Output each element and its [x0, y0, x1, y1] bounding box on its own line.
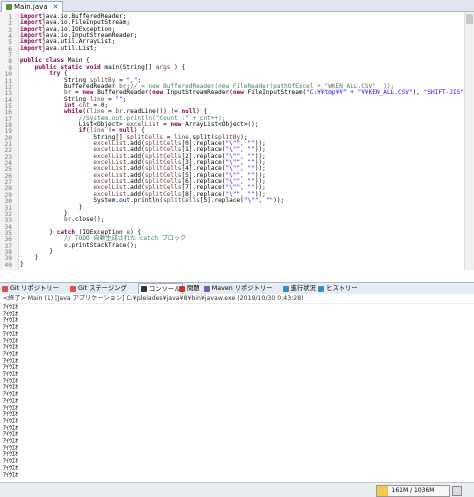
scroll-thumb[interactable] [466, 14, 473, 24]
code-token: .printStackTrace(); [67, 241, 138, 249]
panel-tab-icon [70, 285, 76, 292]
panel-tab-icon [318, 285, 325, 292]
code-token: splitCells [163, 197, 200, 205]
code-token: ), [412, 89, 424, 97]
code-token: )); [273, 197, 285, 205]
panel-tab-label: 進行状況 [290, 285, 316, 292]
code-token: } [20, 260, 24, 268]
tab-label: Main.java [14, 3, 48, 11]
code-token: main(String[] [100, 63, 156, 71]
console-output[interactable]: ｱｲｳｴｵ ｱｲｳｴｵ ｱｲｳｴｵ ｱｲｳｴｵ ｱｲｳｴｵ ｱｲｳｴｵ ｱｲｳｴｵ ｱｲｳｴｵ… [0, 304, 474, 482]
panel-tab[interactable]: 問題 [179, 284, 200, 293]
code-token: InputStreamReader( [163, 89, 233, 97]
line-number: 40 [4, 261, 12, 269]
code-token: new [232, 89, 244, 97]
code-line[interactable]: br.close(); [20, 217, 104, 223]
garbage-collect-icon[interactable] [452, 486, 462, 496]
panel-tab-label: ヒストリー [326, 285, 358, 292]
code-token: .close(); [71, 216, 105, 224]
panel-tab[interactable]: ヒストリー [318, 284, 358, 293]
panel-tab-icon [203, 285, 210, 292]
panel-tab-icon [179, 285, 185, 292]
status-bar: 161M / 1036M [0, 482, 474, 497]
code-token: "\"", "" [243, 197, 274, 205]
code-token: "C:¥¥tmp¥¥" + "¥¥KEN_ALL.CSV" [306, 89, 413, 97]
code-token: FileInputStream( [243, 89, 307, 97]
line-number-ruler: 1 2 3 4 5 6 7 8 9 10 11 12 13 14 15 16 17 18 19 20 21 22 23 24 2… [0, 12, 19, 270]
panel-tab-label: Maven リポジトリー [211, 285, 273, 292]
panel-tab-label: 問題 [187, 285, 200, 292]
heap-status[interactable]: 161M / 1036M [376, 485, 450, 497]
close-icon[interactable]: ✕ [53, 2, 59, 12]
editor-tab-bar: Main.java ✕ [0, 0, 474, 12]
code-token: import [20, 44, 43, 52]
console-header: <終了> Main (1) [Java アプリケーション] C:¥pleiade… [0, 294, 474, 304]
code-line[interactable]: } [20, 260, 24, 268]
code-token: ) { [170, 63, 186, 71]
panel-tab[interactable]: 進行状況 [282, 284, 316, 293]
code-token: = [159, 120, 171, 128]
code-token: new [170, 120, 182, 128]
panel-tab[interactable]: Git ステージング [70, 284, 127, 293]
tab-main-java[interactable]: Main.java ✕ [1, 1, 64, 12]
console-line: ｱｲｳｴｵ [3, 471, 19, 479]
code-token: args [155, 63, 171, 71]
panel-tab-icon [282, 285, 289, 292]
panel-tab-icon [2, 285, 8, 292]
panel-tab[interactable]: コンソール [138, 283, 184, 294]
heap-usage-bar [377, 486, 389, 496]
code-token: new [152, 89, 164, 97]
code-token: "SHIFT-JIS" [423, 89, 465, 97]
panel-tab-label: Git ステージング [78, 285, 127, 292]
panel-tab[interactable]: Maven リポジトリー [203, 284, 273, 293]
code-line[interactable]: importjava.util.List; [20, 44, 98, 52]
panel-tab-icon [141, 286, 147, 292]
code-token: [5].replace( [199, 197, 244, 205]
panel-tab-label: Git リポジトリー [10, 285, 59, 292]
editor-vertical-scrollbar[interactable] [464, 12, 474, 270]
code-token: "" [115, 95, 123, 103]
heap-label: 161M / 1036M [391, 487, 435, 494]
panel-tab-label: コンソール [149, 285, 181, 293]
code-token: ; [122, 95, 127, 103]
code-editor[interactable]: 1 2 3 4 5 6 7 8 9 10 11 12 13 14 15 16 17 18 19 20 21 22 23 24 2… [0, 12, 474, 270]
panel-tab[interactable]: Git リポジトリー [2, 284, 59, 293]
java-file-icon [6, 4, 12, 10]
code-token: ArrayList<Object>(); [181, 120, 259, 128]
code-token: java.util.List; [42, 44, 98, 52]
code-token: .println( [130, 197, 164, 205]
code-token: out [119, 197, 131, 205]
